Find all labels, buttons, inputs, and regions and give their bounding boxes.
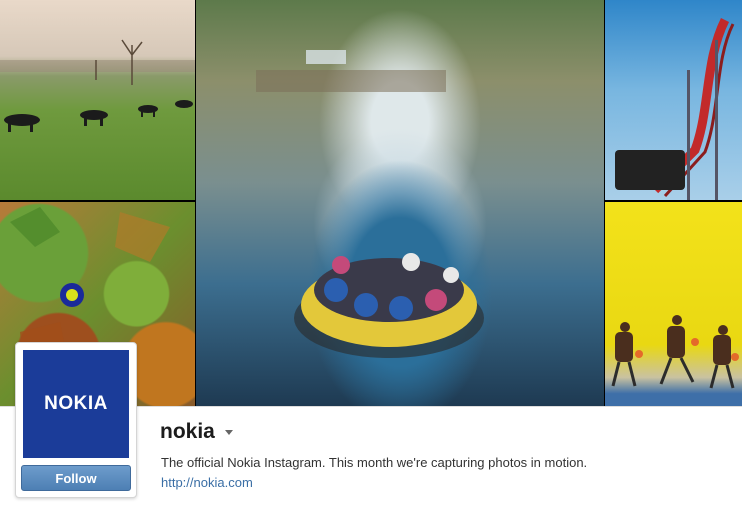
coaster-art bbox=[615, 17, 735, 200]
nokia-logo-text: NOKIA bbox=[44, 393, 108, 414]
profile-bio: The official Nokia Instagram. This month… bbox=[161, 455, 588, 470]
follow-button[interactable]: Follow bbox=[21, 465, 131, 491]
photo-dogs-field[interactable] bbox=[0, 0, 195, 200]
photo-roller-coaster[interactable] bbox=[605, 0, 742, 200]
dogs-field-art bbox=[0, 39, 195, 132]
avatar[interactable]: NOKIA bbox=[23, 350, 129, 458]
profile-username: nokia bbox=[160, 420, 215, 443]
profile-website-link[interactable]: http://nokia.com bbox=[161, 475, 253, 490]
raft-art bbox=[256, 50, 484, 358]
photo-river-raft[interactable] bbox=[196, 0, 604, 406]
profile-card: NOKIA Follow bbox=[15, 342, 137, 498]
photo-basketball[interactable] bbox=[605, 202, 742, 406]
basketball-art bbox=[611, 315, 739, 389]
chevron-down-icon[interactable] bbox=[225, 430, 233, 435]
